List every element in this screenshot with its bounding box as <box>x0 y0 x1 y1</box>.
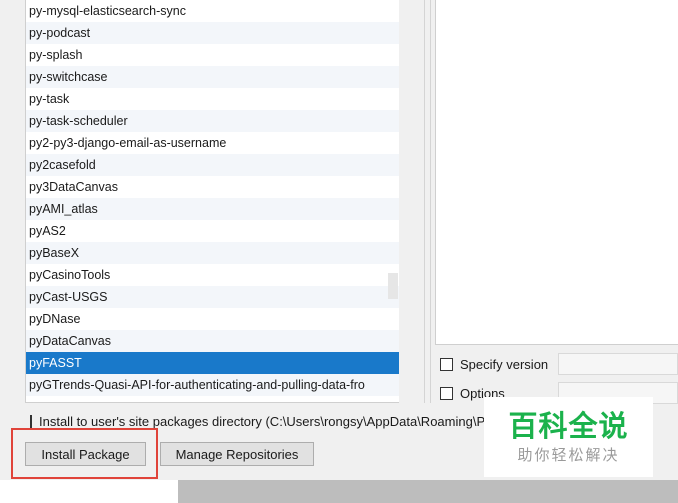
package-list-item[interactable]: py3DataCanvas <box>26 176 399 198</box>
splitter-line[interactable] <box>430 0 431 403</box>
package-list-item[interactable]: py-podcast <box>26 22 399 44</box>
package-list[interactable]: py-mysql-elasticsearch-sync py-podcast py-… <box>25 0 399 403</box>
package-list-item[interactable]: py2-py3-django-email-as-username <box>26 132 399 154</box>
package-list-item[interactable]: py-task <box>26 88 399 110</box>
package-description-panel <box>435 0 678 345</box>
package-list-item[interactable]: pyCasinoTools <box>26 264 399 286</box>
specify-version-label: Specify version <box>460 356 549 372</box>
package-list-item[interactable]: pyHIGL <box>26 396 399 402</box>
version-field[interactable] <box>558 353 678 375</box>
package-list-item[interactable]: pyBaseX <box>26 242 399 264</box>
underlying-desktop-strip <box>178 480 678 503</box>
install-package-label: Install Package <box>41 446 130 462</box>
watermark-main-text: 百科全说 <box>508 409 629 443</box>
package-list-item[interactable]: pyDataCanvas <box>26 330 399 352</box>
package-list-item[interactable]: py-switchcase <box>26 66 399 88</box>
list-scrollbar-thumb[interactable] <box>388 273 398 299</box>
package-list-item[interactable]: pyCast-USGS <box>26 286 399 308</box>
install-user-checkbox[interactable] <box>30 414 32 428</box>
package-list-item[interactable]: py-mysql-elasticsearch-sync <box>26 0 399 22</box>
install-user-row[interactable]: Install to user's site packages director… <box>30 412 490 430</box>
package-list-item[interactable]: pyAMI_atlas <box>26 198 399 220</box>
package-list-item[interactable]: py-splash <box>26 44 399 66</box>
watermark-sub-text: 助你轻松解决 <box>517 446 620 464</box>
underlying-window-strip <box>0 480 178 503</box>
package-list-item[interactable]: pyGTrends-Quasi-API-for-authenticating-a… <box>26 374 399 396</box>
watermark-logo: 百科全说 助你轻松解决 <box>484 397 653 477</box>
package-list-item[interactable]: pyDNase <box>26 308 399 330</box>
splitter-line <box>424 0 425 403</box>
specify-version-row[interactable]: Specify version <box>440 353 548 375</box>
specify-version-checkbox[interactable] <box>440 357 453 371</box>
manage-repositories-label: Manage Repositories <box>175 446 299 462</box>
manage-repositories-button[interactable]: Manage Repositories <box>160 442 314 466</box>
package-list-item[interactable]: pyFASST <box>26 352 399 374</box>
package-list-item[interactable]: pyAS2 <box>26 220 399 242</box>
install-user-label: Install to user's site packages director… <box>39 413 490 429</box>
install-package-button[interactable]: Install Package <box>25 442 146 466</box>
options-checkbox[interactable] <box>440 386 453 400</box>
package-list-item[interactable]: py2casefold <box>26 154 399 176</box>
package-list-item[interactable]: py-task-scheduler <box>26 110 399 132</box>
